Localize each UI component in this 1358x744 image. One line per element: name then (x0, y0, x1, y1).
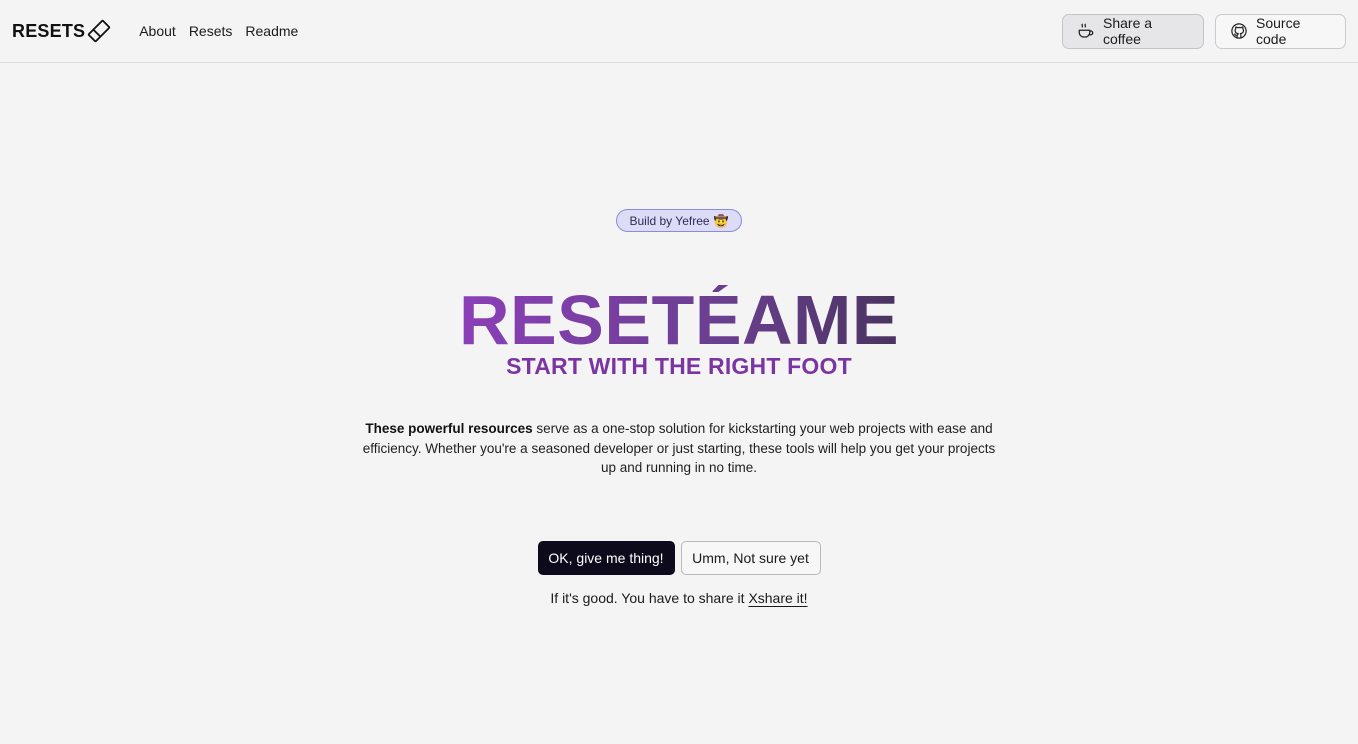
header-actions: Share a coffee Source code (1062, 13, 1346, 49)
main-nav: About Resets Readme (139, 23, 298, 39)
eraser-icon (87, 19, 111, 43)
source-code-button[interactable]: Source code (1215, 13, 1346, 49)
share-coffee-label: Share a coffee (1103, 15, 1153, 47)
logo-text: RESETS (12, 20, 86, 41)
source-code-label: Source code (1256, 15, 1301, 47)
nav-link-readme[interactable]: Readme (245, 23, 298, 39)
github-icon (1230, 22, 1248, 40)
not-sure-button[interactable]: Umm, Not sure yet (680, 541, 821, 575)
share-prefix: If it's good. You have to share it (550, 590, 749, 606)
give-me-thing-button[interactable]: OK, give me thing! (537, 541, 675, 575)
xshare-link[interactable]: Xshare it! (748, 590, 807, 606)
nav-link-resets[interactable]: Resets (189, 23, 233, 39)
share-coffee-button[interactable]: Share a coffee (1062, 13, 1204, 49)
share-line: If it's good. You have to share it Xshar… (0, 590, 1358, 606)
badge-text: Build by Yefree (629, 213, 710, 228)
hero-subtitle: START WITH THE RIGHT FOOT (506, 353, 852, 379)
description-bold: These powerful resources (365, 421, 533, 436)
logo[interactable]: RESETS (12, 19, 111, 43)
cta-group: OK, give me thing! Umm, Not sure yet (0, 541, 1358, 575)
author-badge: Build by Yefree 🤠 (616, 209, 742, 232)
cowboy-emoji-icon: 🤠 (713, 213, 729, 228)
top-navbar: RESETS About Resets Readme Share a coffe… (0, 0, 1358, 63)
nav-link-about[interactable]: About (139, 23, 176, 39)
hero-description: These powerful resources serve as a one-… (354, 419, 1004, 478)
hero-title: RESETÉAME (458, 281, 900, 359)
coffee-cup-icon (1077, 22, 1095, 40)
